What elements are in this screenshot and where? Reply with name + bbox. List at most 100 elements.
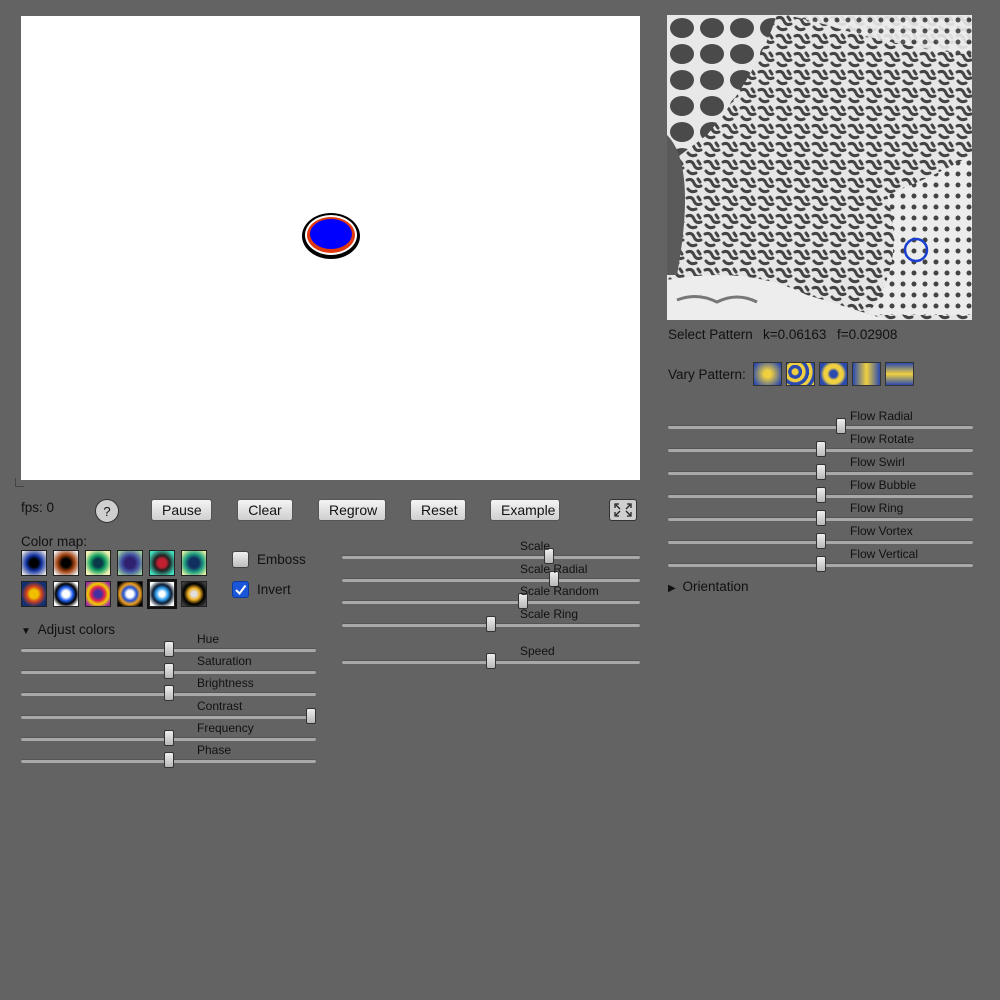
slider-hue[interactable] xyxy=(21,641,316,657)
vary-radial-button[interactable] xyxy=(753,362,782,386)
invert-checkbox[interactable] xyxy=(232,581,249,598)
slider-thumb[interactable] xyxy=(163,641,174,657)
slider-label-flow-ring: Flow Ring xyxy=(850,501,904,515)
colormap-swatch-5[interactable] xyxy=(149,550,175,576)
slider-thumb[interactable] xyxy=(815,556,826,572)
resize-handle[interactable] xyxy=(15,478,24,487)
colormap-swatch-4[interactable] xyxy=(117,550,143,576)
slider-scale-ring[interactable] xyxy=(342,615,640,632)
colormap-swatch-3[interactable] xyxy=(85,550,111,576)
select-pattern-label: Select Pattern xyxy=(668,327,753,342)
slider-thumb[interactable] xyxy=(163,752,174,768)
slider-flow-radial[interactable] xyxy=(668,418,973,434)
orientation-toggle[interactable]: ▶ Orientation xyxy=(668,579,749,594)
slider-label-saturation: Saturation xyxy=(197,654,252,669)
slider-flow-swirl[interactable] xyxy=(668,464,973,480)
colormap-swatch-12[interactable] xyxy=(181,581,207,607)
vary-vertical-button[interactable] xyxy=(885,362,914,386)
fullscreen-button[interactable] xyxy=(609,499,637,521)
slider-thumb[interactable] xyxy=(836,418,847,434)
slider-track[interactable] xyxy=(342,577,640,582)
slider-label-scale-radial: Scale Radial xyxy=(520,561,588,576)
simulation-canvas[interactable] xyxy=(21,16,640,480)
slider-label-flow-radial: Flow Radial xyxy=(850,409,913,423)
triangle-down-icon: ▼ xyxy=(21,626,31,637)
slider-thumb[interactable] xyxy=(163,729,174,746)
orientation-label: Orientation xyxy=(682,579,749,594)
slider-label-scale: Scale xyxy=(520,539,551,553)
slider-thumb[interactable] xyxy=(815,487,826,503)
slider-saturation[interactable] xyxy=(21,663,316,680)
slider-label-hue: Hue xyxy=(197,632,220,646)
help-button[interactable]: ? xyxy=(95,499,119,523)
invert-label: Invert xyxy=(257,582,291,597)
pause-button[interactable]: Pause xyxy=(151,499,212,521)
regrow-button[interactable]: Regrow xyxy=(318,499,386,521)
slider-label-phase: Phase xyxy=(197,743,232,757)
slider-thumb[interactable] xyxy=(163,663,174,680)
slider-thumb[interactable] xyxy=(815,441,826,457)
slider-label-scale-ring: Scale Ring xyxy=(520,606,579,621)
slider-thumb[interactable] xyxy=(815,533,826,549)
adjust-colors-toggle[interactable]: ▼ Adjust colors xyxy=(21,622,115,637)
emboss-label: Emboss xyxy=(257,552,306,567)
vary-pattern-label: Vary Pattern: xyxy=(668,367,746,382)
slider-flow-vertical[interactable] xyxy=(668,556,973,572)
slider-label-flow-vertical: Flow Vertical xyxy=(850,547,919,561)
fullscreen-icon xyxy=(614,503,632,517)
vary-random-button[interactable] xyxy=(786,362,815,386)
clear-button[interactable]: Clear xyxy=(237,499,293,521)
slider-label-frequency: Frequency xyxy=(197,720,254,735)
slider-flow-vortex[interactable] xyxy=(668,533,973,549)
checkmark-icon xyxy=(235,584,247,596)
slider-thumb[interactable] xyxy=(306,707,316,724)
adjust-colors-label: Adjust colors xyxy=(37,622,115,637)
slider-flow-ring[interactable] xyxy=(668,510,973,526)
slider-thumb[interactable] xyxy=(486,653,496,669)
slider-contrast[interactable] xyxy=(21,707,316,724)
slider-track[interactable] xyxy=(21,714,316,719)
color-map-label: Color map: xyxy=(21,534,88,549)
slider-scale[interactable] xyxy=(342,548,640,564)
pattern-map-image xyxy=(667,15,972,320)
slider-brightness[interactable] xyxy=(21,685,316,702)
slider-label-flow-swirl: Flow Swirl xyxy=(850,455,905,469)
colormap-swatch-7[interactable] xyxy=(21,581,47,607)
slider-phase[interactable] xyxy=(21,752,316,768)
reset-button[interactable]: Reset xyxy=(410,499,466,521)
simulation-blob xyxy=(302,213,360,259)
emboss-checkbox[interactable] xyxy=(232,551,249,568)
slider-label-contrast: Contrast xyxy=(197,698,243,713)
slider-thumb[interactable] xyxy=(815,464,826,480)
colormap-swatch-2[interactable] xyxy=(53,550,79,576)
slider-label-flow-vortex: Flow Vortex xyxy=(850,524,913,538)
colormap-swatch-8[interactable] xyxy=(53,581,79,607)
pattern-map[interactable] xyxy=(667,15,972,320)
slider-thumb[interactable] xyxy=(163,685,174,702)
slider-track[interactable] xyxy=(342,600,640,604)
colormap-swatch-9[interactable] xyxy=(85,581,111,607)
slider-track[interactable] xyxy=(342,555,640,559)
vary-horizontal-button[interactable] xyxy=(852,362,881,386)
slider-flow-bubble[interactable] xyxy=(668,487,973,503)
slider-thumb[interactable] xyxy=(815,510,826,526)
slider-track[interactable] xyxy=(668,425,973,429)
slider-label-speed: Speed xyxy=(520,644,555,658)
example-button[interactable]: Example xyxy=(490,499,560,521)
f-value: f=0.02908 xyxy=(837,327,898,342)
slider-label-scale-random: Scale Random xyxy=(520,584,599,598)
k-value: k=0.06163 xyxy=(763,327,827,342)
colormap-swatch-1[interactable] xyxy=(21,550,47,576)
slider-speed[interactable] xyxy=(342,653,640,669)
slider-label-flow-rotate: Flow Rotate xyxy=(850,432,915,446)
colormap-swatch-11[interactable] xyxy=(147,579,177,609)
slider-frequency[interactable] xyxy=(21,729,316,746)
colormap-swatch-10[interactable] xyxy=(117,581,143,607)
slider-label-brightness: Brightness xyxy=(197,676,254,691)
slider-label-flow-bubble: Flow Bubble xyxy=(850,478,917,492)
slider-thumb[interactable] xyxy=(486,615,496,632)
colormap-swatch-6[interactable] xyxy=(181,550,207,576)
vary-ring-button[interactable] xyxy=(819,362,848,386)
slider-flow-rotate[interactable] xyxy=(668,441,973,457)
fps-counter: fps: 0 xyxy=(21,500,55,515)
